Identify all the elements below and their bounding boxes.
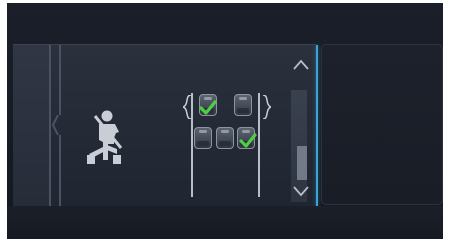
chevron-up-icon[interactable] <box>293 59 309 71</box>
panel-divider <box>59 135 61 206</box>
panel-tab[interactable] <box>13 45 51 206</box>
tab-notch <box>51 115 59 135</box>
right-panel[interactable] <box>321 44 443 205</box>
seat-rear-left <box>194 127 212 149</box>
check-icon <box>199 100 217 115</box>
seat-occupancy-map <box>179 93 273 197</box>
seat-map-right-line <box>258 93 260 197</box>
display-screen <box>7 3 443 239</box>
scrollbar-thumb[interactable] <box>297 146 307 180</box>
check-icon <box>239 133 257 148</box>
seat-map-right-brace <box>262 95 271 119</box>
panel-divider <box>59 45 61 115</box>
seatbelt-status-panel[interactable] <box>13 44 318 207</box>
seatbelt-warning-icon <box>87 110 123 164</box>
selection-indicator <box>316 45 318 206</box>
bottom-band <box>7 206 443 239</box>
chevron-down-icon[interactable] <box>293 185 309 197</box>
seat-map-left-brace <box>183 95 192 119</box>
seat-front-right <box>234 94 252 116</box>
seat-rear-center <box>216 127 234 149</box>
